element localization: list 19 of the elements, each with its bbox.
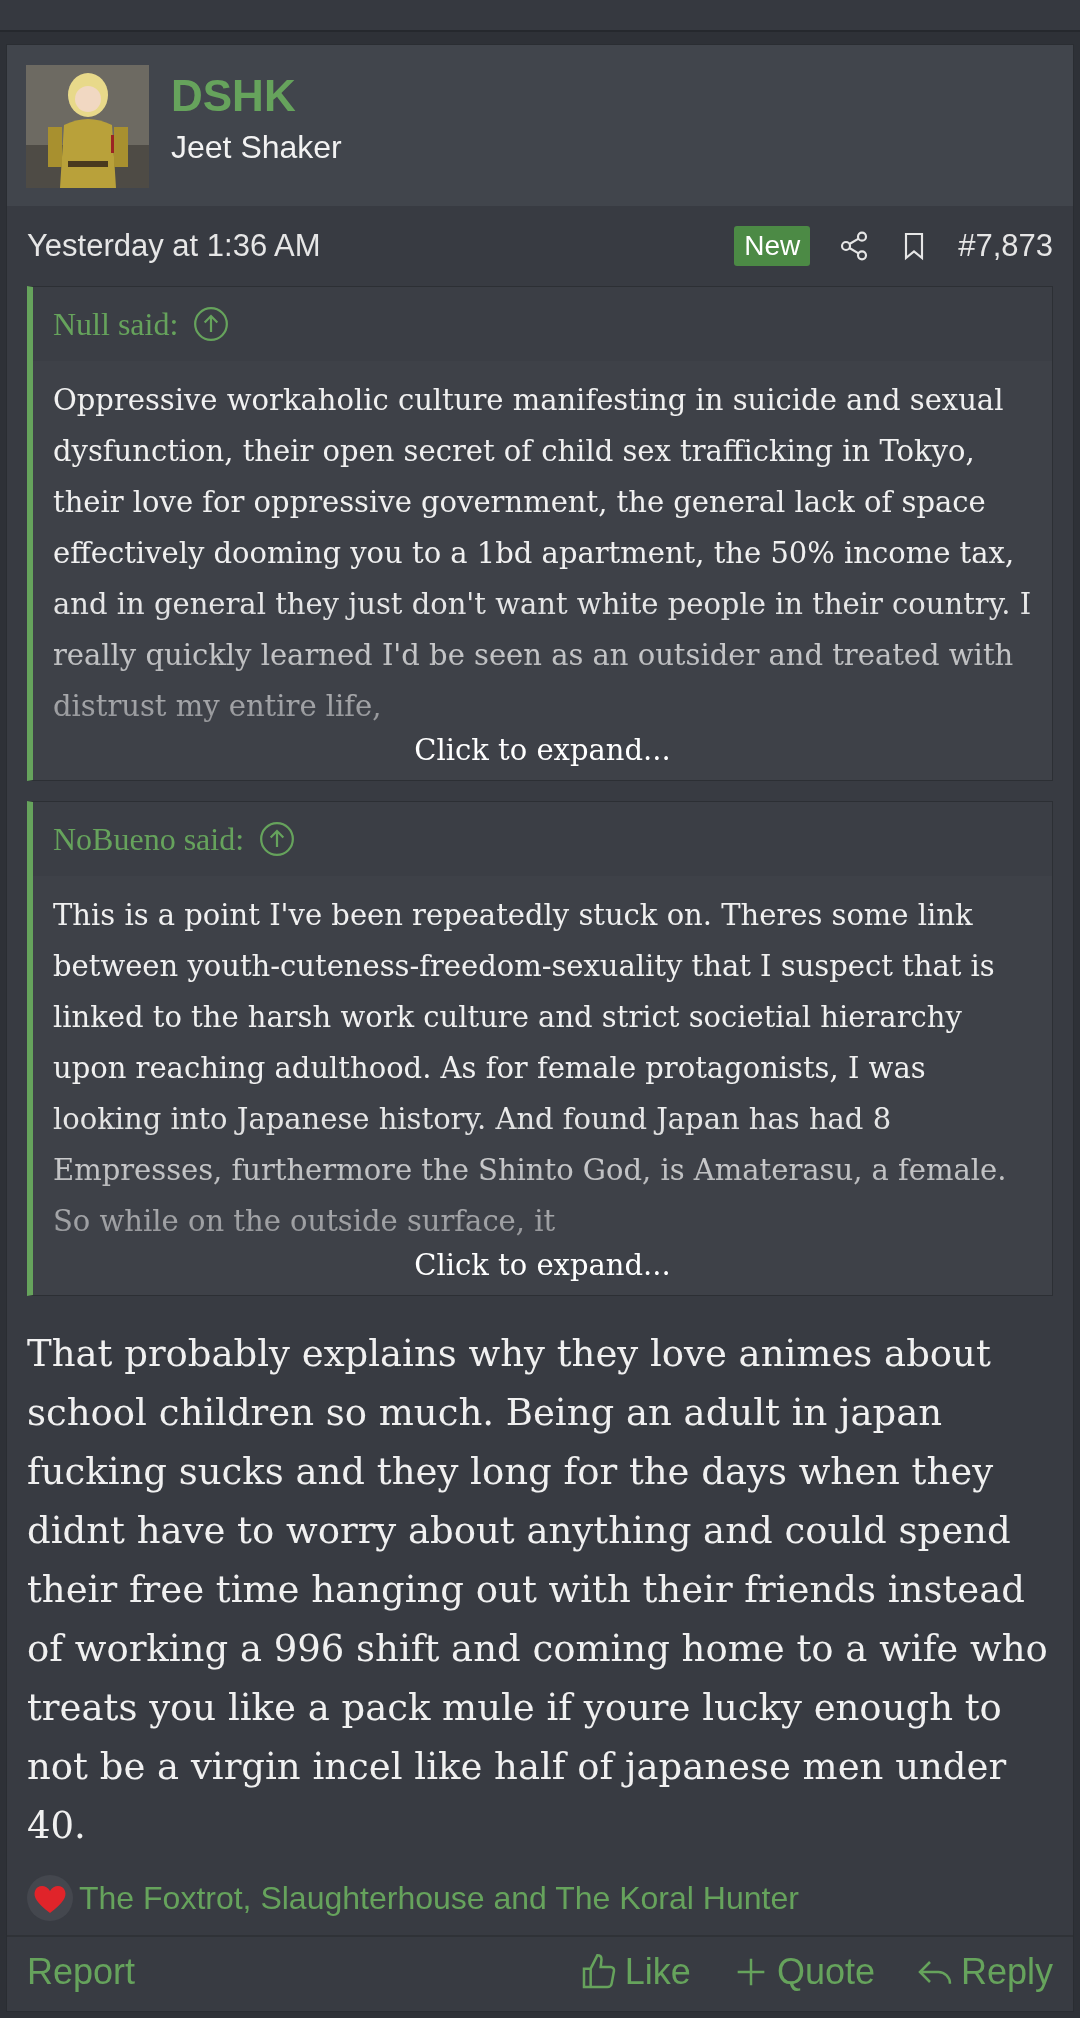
quote-link[interactable]: Quote [730,1951,875,1993]
quote-attribution[interactable]: Null said: [53,305,179,343]
like-link[interactable]: Like [578,1951,691,1993]
username-link[interactable]: DSHK [171,71,342,121]
reaction-list-link[interactable]: The Foxtrot, Slaughterhouse and The Koral Hunter [79,1879,799,1917]
reply-link[interactable]: Reply [914,1951,1053,1993]
quote-attribution[interactable]: NoBueno said: [53,820,245,858]
expand-link[interactable]: Click to expand... [414,1247,671,1283]
user-title: Jeet Shaker [171,129,342,166]
arrow-up-circle-icon[interactable] [192,305,231,343]
post-body: That probably explains why they love animes about school children so much. Being an adult in japan fucking sucks and they long for the days when they didnt have to worry about anything and could spend their free time hanging out with their friends instead of working a 996 shift and coming home to a wife who treats you like a pack mule if youre lucky enough to not be a virgin incel like half of japanese men under 40. [26,1331,1049,1849]
report-link[interactable]: Report [27,1951,136,1993]
new-badge: New [734,226,811,266]
arrow-up-circle-icon[interactable] [258,820,297,858]
post-number[interactable]: #7,873 [958,228,1053,264]
expand-link[interactable]: Click to expand... [414,732,671,768]
quote-text: Oppressive workaholic culture manifesting in suicide and sexual dysfunction, their open secret of child sex trafficking in Tokyo, their love for oppressive government, the general lack of space effectively dooming you to a 1bd apartment, the 50% income tax, and in general they just don't want white people in their country. I really quickly learned I'd be seen as an outsider and treated with distrust my entire life, [53,382,1032,725]
post-date[interactable]: Yesterday at 1:36 AM [27,228,321,264]
quote-text: This is a point I've been repeatedly stuck on. Theres some link between youth-cuteness-freedom-sexuality that I suspect that is linked to the harsh work culture and strict societial hierarchy upon reaching adulthood. As for female protagonists, I was looking into Japanese history. And found Japan has had 8 Empresses, furthermore the Shinto God, is Amaterasu, a female. So while on the outside surface, it [53,897,1008,1240]
